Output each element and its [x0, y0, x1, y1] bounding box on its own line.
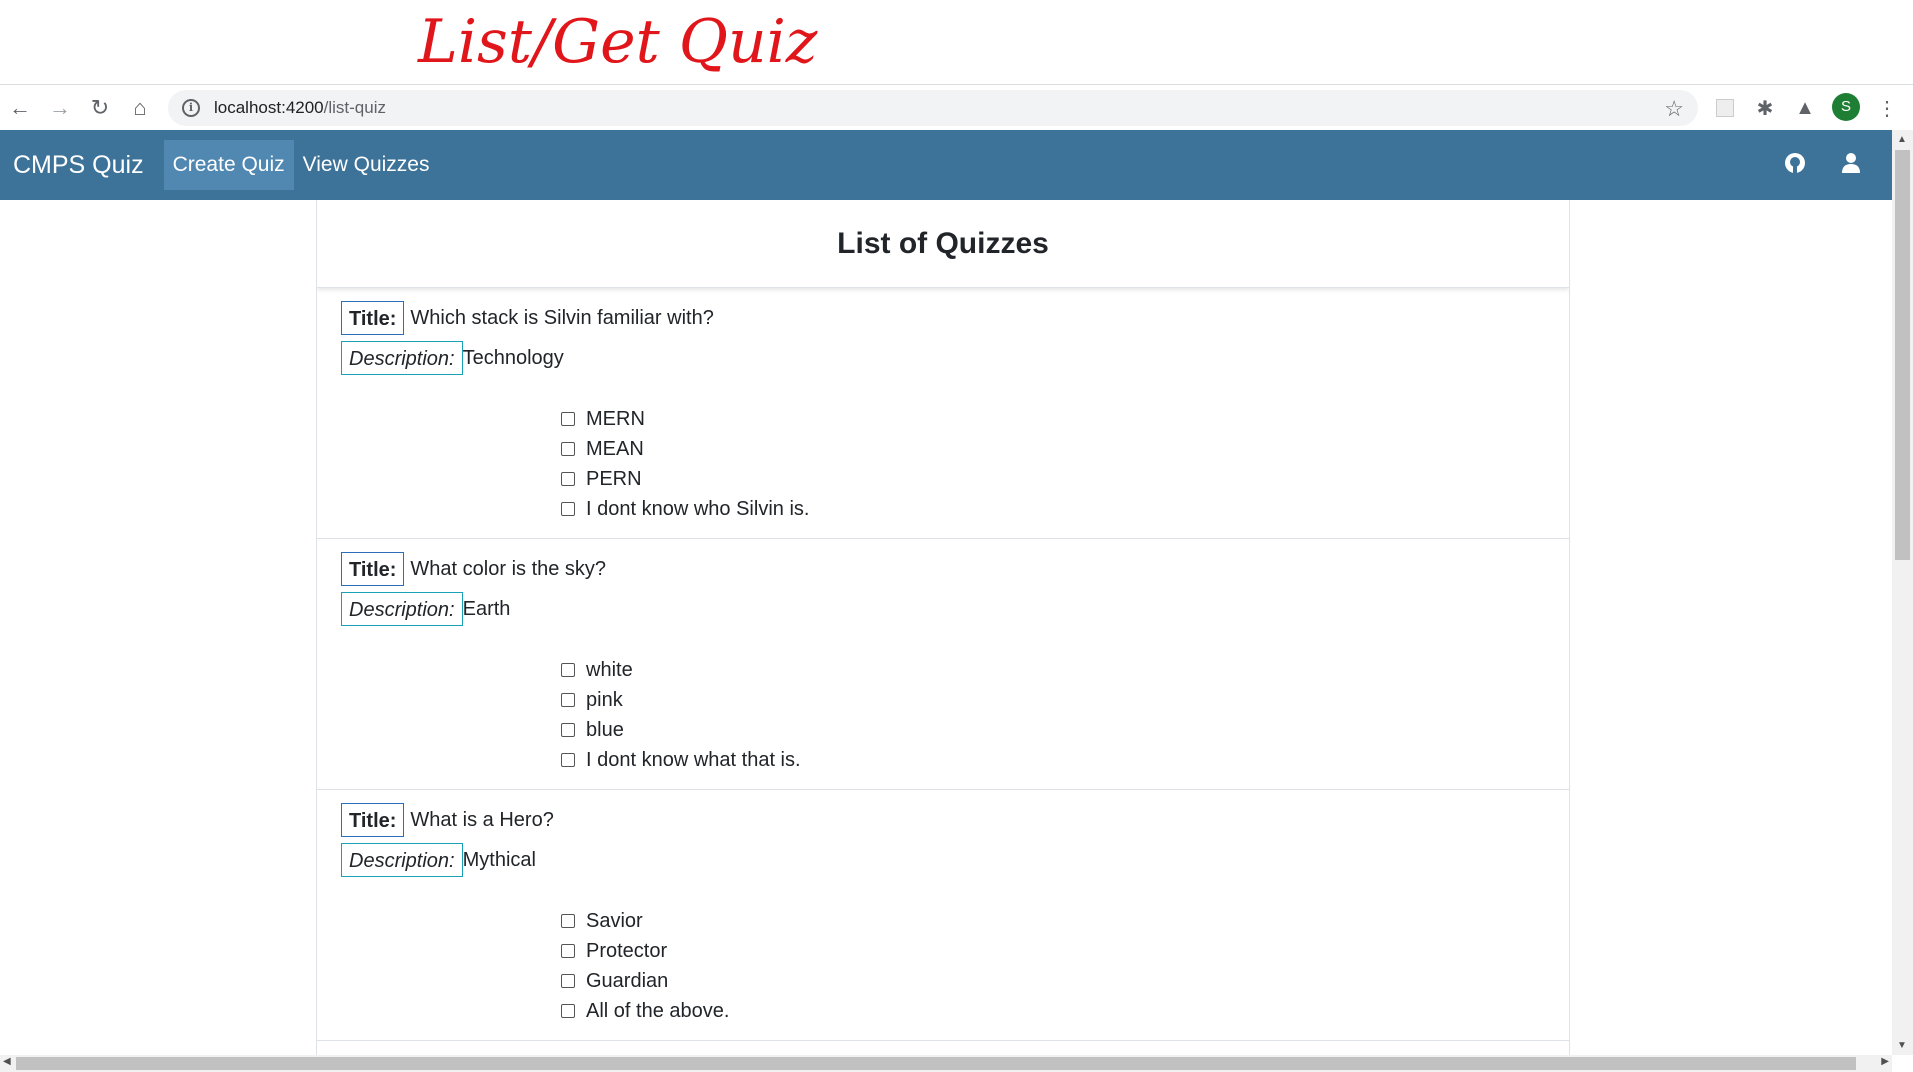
url-path: /list-quiz [323, 98, 386, 117]
handwritten-annotation: List/Get Quiz [0, 0, 1913, 84]
option-label: Guardian [586, 969, 669, 992]
quiz-description: Technology [462, 346, 564, 369]
user-icon[interactable] [1840, 152, 1862, 179]
description-label: Description: [341, 341, 463, 375]
scroll-down-icon[interactable]: ▼ [1897, 1040, 1907, 1051]
option-item[interactable]: MERN [561, 404, 809, 434]
vertical-scroll-thumb[interactable] [1895, 150, 1910, 560]
flask-icon[interactable]: ▲ [1790, 93, 1820, 123]
quiz-item: Title: What is a Hero? Description: Myth… [317, 790, 1569, 1041]
address-bar[interactable]: i localhost:4200/list-quiz ☆ [168, 90, 1698, 126]
option-label: All of the above. [586, 999, 730, 1022]
app-navbar: CMPS Quiz Create Quiz View Quizzes [0, 130, 1892, 200]
checkbox[interactable] [561, 412, 575, 426]
github-icon[interactable] [1784, 152, 1806, 179]
site-info-icon[interactable]: i [182, 99, 200, 117]
checkbox[interactable] [561, 502, 575, 516]
description-label: Description: [341, 592, 463, 626]
home-icon[interactable]: ⌂ [120, 88, 160, 128]
profile-avatar[interactable]: S [1832, 93, 1860, 121]
forward-icon[interactable]: → [40, 88, 80, 128]
annotation-text: List/Get Quiz [417, 7, 818, 77]
scroll-left-icon[interactable]: ◀ [3, 1056, 11, 1067]
horizontal-scrollbar[interactable]: ◀ ▶ [0, 1055, 1892, 1072]
quiz-item: Title: Which stack is Silvin familiar wi… [317, 288, 1569, 539]
option-item[interactable]: MEAN [561, 434, 809, 464]
quiz-description: Earth [462, 597, 511, 620]
checkbox[interactable] [561, 442, 575, 456]
quiz-item: Title: What color is the sky? Descriptio… [317, 539, 1569, 790]
scroll-right-icon[interactable]: ▶ [1881, 1056, 1889, 1067]
option-label: I dont know what that is. [586, 748, 801, 771]
option-label: MERN [586, 407, 645, 430]
checkbox[interactable] [561, 914, 575, 928]
description-label: Description: [341, 843, 463, 877]
option-item[interactable]: I dont know who Silvin is. [561, 494, 809, 524]
quiz-title: Which stack is Silvin familiar with? [410, 306, 714, 329]
checkbox[interactable] [561, 723, 575, 737]
brand[interactable]: CMPS Quiz [13, 151, 144, 180]
puzzle-icon[interactable]: ✱ [1750, 93, 1780, 123]
card-header: List of Quizzes [317, 200, 1569, 288]
options-list: Savior Protector Guardian All of the abo… [561, 906, 729, 1026]
nav-view-quizzes[interactable]: View Quizzes [294, 140, 439, 190]
url-host: localhost:4200 [214, 98, 324, 117]
options-list: MERN MEAN PERN I dont know who Silvin is… [561, 404, 809, 524]
browser-toolbar: ← → ↻ ⌂ i localhost:4200/list-quiz ☆ ✱ ▲… [0, 84, 1913, 130]
title-label: Title: [341, 803, 405, 837]
option-label: blue [586, 718, 624, 741]
menu-dots-icon[interactable]: ⋮ [1872, 93, 1902, 123]
option-item[interactable]: Guardian [561, 966, 729, 996]
option-label: white [586, 658, 633, 681]
option-label: Savior [586, 909, 643, 932]
checkbox[interactable] [561, 753, 575, 767]
option-item[interactable]: I dont know what that is. [561, 745, 801, 775]
title-label: Title: [341, 552, 405, 586]
option-item[interactable]: All of the above. [561, 996, 729, 1026]
checkbox[interactable] [561, 693, 575, 707]
nav-create-quiz[interactable]: Create Quiz [163, 140, 294, 190]
checkbox[interactable] [561, 974, 575, 988]
option-label: pink [586, 688, 623, 711]
title-label: Title: [341, 301, 405, 335]
checkbox[interactable] [561, 944, 575, 958]
reload-icon[interactable]: ↻ [80, 88, 120, 128]
scroll-up-icon[interactable]: ▲ [1897, 134, 1907, 145]
option-item[interactable]: Savior [561, 906, 729, 936]
option-label: PERN [586, 467, 642, 490]
url-text[interactable]: localhost:4200/list-quiz [214, 98, 386, 118]
checkbox[interactable] [561, 663, 575, 677]
option-label: MEAN [586, 437, 644, 460]
option-item[interactable]: pink [561, 685, 801, 715]
option-item[interactable]: Protector [561, 936, 729, 966]
checkbox[interactable] [561, 472, 575, 486]
back-icon[interactable]: ← [0, 88, 40, 128]
quiz-title: What is a Hero? [410, 808, 554, 831]
quiz-list-card: List of Quizzes Title: Which stack is Si… [316, 200, 1570, 1055]
quiz-title: What color is the sky? [410, 557, 607, 580]
checkbox[interactable] [561, 1004, 575, 1018]
bookmark-star-icon[interactable]: ☆ [1664, 96, 1684, 122]
quiz-description: Mythical [462, 848, 536, 871]
option-label: Protector [586, 939, 668, 962]
option-label: I dont know who Silvin is. [586, 497, 810, 520]
option-item[interactable]: white [561, 655, 801, 685]
option-item[interactable]: PERN [561, 464, 809, 494]
horizontal-scroll-thumb[interactable] [16, 1057, 1856, 1070]
page-title: List of Quizzes [837, 226, 1049, 260]
vertical-scrollbar[interactable]: ▲ ▼ [1892, 130, 1913, 1055]
options-list: white pink blue I dont know what that is… [561, 655, 801, 775]
option-item[interactable]: blue [561, 715, 801, 745]
extension-icon[interactable] [1710, 93, 1740, 123]
